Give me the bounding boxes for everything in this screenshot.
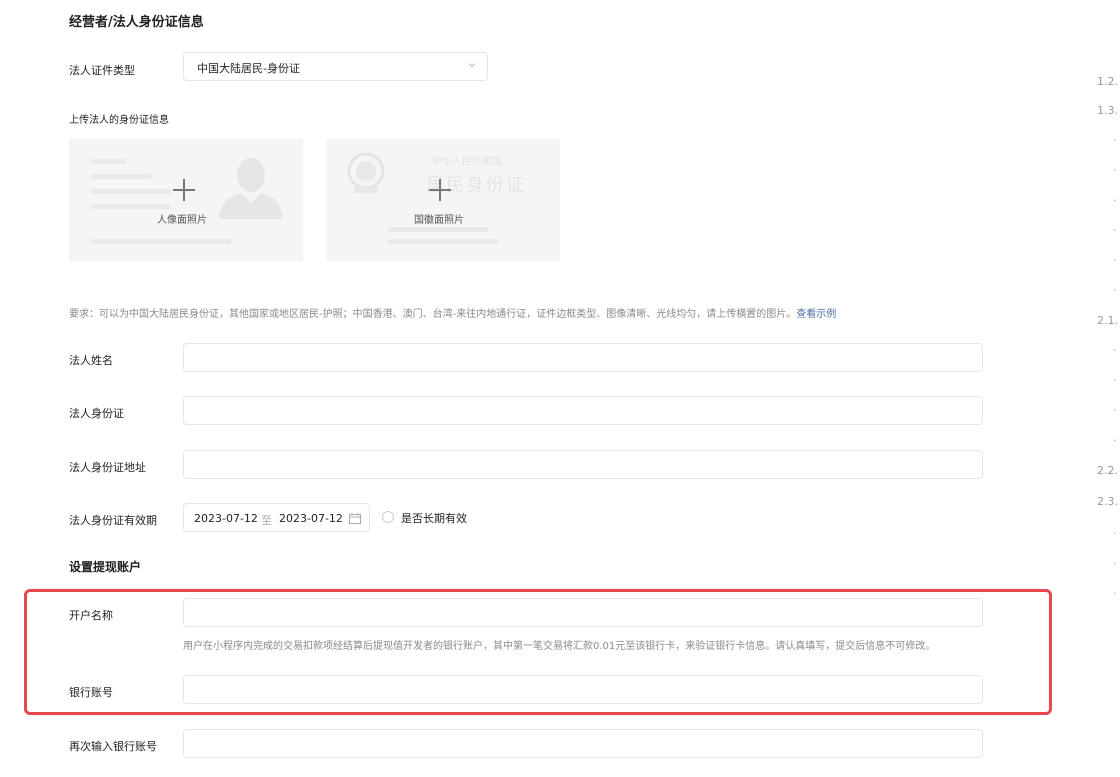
bank-account-label: 银行账号 [69, 686, 113, 699]
back-card-title: 中华人民共和国 [432, 157, 502, 168]
legal-id-label: 法人身份证 [69, 407, 124, 420]
account-name-hint: 用户在小程序内完成的交易扣款项经结算后提现值开发者的银行账户，其中第一笔交易将汇… [183, 641, 936, 652]
bank-account-confirm-label: 再次输入银行账号 [69, 740, 157, 753]
legal-address-label: 法人身份证地址 [69, 461, 146, 474]
placeholder-line [91, 189, 171, 194]
toc-subitem[interactable]: · [1113, 344, 1117, 357]
back-upload-caption: 国徽面照片 [414, 215, 464, 226]
validity-date-range[interactable]: 2023-07-12 至 2023-07-12 [183, 503, 370, 532]
toc-subitem[interactable]: · [1113, 527, 1117, 540]
toc-subitem[interactable]: · [1113, 284, 1117, 297]
validity-end-date[interactable]: 2023-07-12 [279, 512, 343, 525]
front-upload-caption: 人像面照片 [157, 215, 207, 226]
chevron-down-icon [468, 63, 476, 68]
toc-subitem[interactable]: · [1113, 404, 1117, 417]
toc-item[interactable]: 2.3. [1097, 495, 1118, 508]
legal-address-input[interactable] [183, 450, 983, 479]
toc-subitem[interactable]: · [1113, 134, 1117, 147]
requirement-text: 要求：可以为中国大陆居民身份证，其他国家或地区居民-护照；中国香港、澳门、台湾-… [69, 309, 797, 320]
bank-account-confirm-input[interactable] [183, 729, 983, 758]
account-name-input[interactable] [183, 598, 983, 627]
placeholder-line [91, 204, 171, 209]
id-type-select[interactable]: 中国大陆居民-身份证 [183, 52, 488, 81]
section-title-withdraw-account: 设置提现账户 [69, 560, 142, 574]
validity-start-date[interactable]: 2023-07-12 [194, 512, 258, 525]
view-example-link[interactable]: 查看示例 [796, 309, 836, 320]
toc-subitem[interactable]: · [1113, 557, 1117, 570]
id-type-value: 中国大陆居民-身份证 [197, 62, 300, 75]
toc-item[interactable]: 1.2. [1097, 75, 1118, 88]
toc-subitem[interactable]: · [1113, 164, 1117, 177]
toc-item[interactable]: 2.1. [1097, 314, 1118, 327]
date-range-separator: 至 [261, 514, 272, 527]
calendar-icon [349, 513, 361, 524]
legal-name-label: 法人姓名 [69, 354, 113, 367]
placeholder-line [91, 239, 231, 244]
id-type-label: 法人证件类型 [69, 64, 135, 77]
toc-subitem[interactable]: · [1113, 434, 1117, 447]
toc-subitem[interactable]: · [1113, 374, 1117, 387]
placeholder-line [388, 227, 488, 232]
placeholder-line [91, 174, 151, 179]
placeholder-line [91, 159, 126, 164]
upload-requirement: 要求：可以为中国大陆居民身份证，其他国家或地区居民-护照；中国香港、澳门、台湾-… [69, 305, 836, 320]
id-back-upload[interactable]: 中华人民共和国 居民身份证 国徽面照片 [326, 139, 560, 261]
section-title-id-info: 经营者/法人身份证信息 [69, 15, 204, 30]
plus-icon [173, 179, 195, 201]
account-name-label: 开户名称 [69, 609, 113, 622]
long-term-radio[interactable] [382, 511, 394, 523]
person-silhouette-icon [219, 158, 283, 219]
plus-icon [429, 179, 451, 201]
long-term-label: 是否长期有效 [401, 512, 467, 525]
toc-subitem[interactable]: · [1113, 587, 1117, 600]
toc-item[interactable]: 1.3. [1097, 104, 1118, 117]
toc-subitem[interactable]: · [1113, 254, 1117, 267]
toc-subitem[interactable]: · [1113, 194, 1117, 207]
id-front-upload[interactable]: 人像面照片 [69, 139, 303, 261]
validity-label: 法人身份证有效期 [69, 514, 157, 527]
legal-name-input[interactable] [183, 343, 983, 372]
placeholder-line [388, 239, 498, 244]
bank-account-input[interactable] [183, 675, 983, 704]
upload-label: 上传法人的身份证信息 [69, 115, 169, 126]
toc-item[interactable]: 2.2. [1097, 464, 1118, 477]
emblem-icon [347, 152, 385, 193]
legal-id-input[interactable] [183, 396, 983, 425]
toc-subitem[interactable]: · [1113, 224, 1117, 237]
